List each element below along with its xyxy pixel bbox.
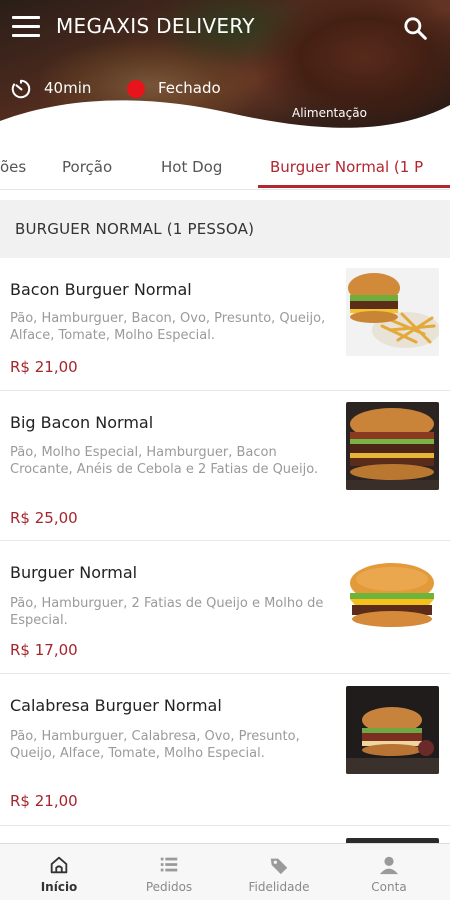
item-description: Pão, Hamburguer, Calabresa, Ovo, Presunt… — [10, 729, 300, 761]
tab-porcoes[interactable]: ões — [0, 158, 26, 176]
item-description: Pão, Hamburguer, 2 Fatias de Queijo e Mo… — [10, 596, 324, 628]
item-price: R$ 21,00 — [10, 358, 78, 376]
nav-fidelidade[interactable]: Fidelidade — [224, 844, 334, 900]
menu-item[interactable]: Calabresa Burguer Normal Pão, Hamburguer… — [0, 674, 450, 826]
tab-hot-dog[interactable]: Hot Dog — [161, 158, 222, 176]
section-header: BURGUER NORMAL (1 PESSOA) — [0, 200, 450, 258]
item-name: Calabresa Burguer Normal — [10, 696, 222, 715]
item-price: R$ 17,00 — [10, 641, 78, 659]
big-bacon-burger-photo — [346, 402, 439, 490]
cheeseburger-photo — [346, 553, 439, 641]
nav-pedidos[interactable]: Pedidos — [114, 844, 224, 900]
bottom-navigation: Início Pedidos Fidelidade Conta — [0, 843, 450, 900]
tag-icon — [270, 858, 288, 875]
item-description: Pão, Molho Especial, Hamburguer, Bacon C… — [10, 445, 319, 477]
search-icon[interactable] — [402, 15, 428, 41]
active-tab-indicator — [258, 185, 450, 188]
nav-label: Pedidos — [145, 880, 193, 894]
item-price: R$ 25,00 — [10, 509, 78, 527]
store-header-banner: MEGAXIS DELIVERY 40min Fechado Alimentaç… — [0, 0, 450, 150]
list-icon — [160, 857, 178, 872]
store-category: Alimentação — [292, 106, 367, 120]
menu-item[interactable]: Bacon Burguer Normal Pão, Hamburguer, Ba… — [0, 258, 450, 391]
item-price: R$ 21,00 — [10, 792, 78, 810]
item-name: Bacon Burguer Normal — [10, 280, 192, 299]
section-title: BURGUER NORMAL (1 PESSOA) — [15, 220, 255, 238]
app-title: MEGAXIS DELIVERY — [56, 14, 255, 38]
tab-porcao[interactable]: Porção — [62, 158, 112, 176]
header-wave-divider — [0, 100, 450, 150]
hamburger-menu-icon[interactable] — [12, 16, 40, 38]
nav-label: Conta — [371, 880, 407, 894]
nav-conta[interactable]: Conta — [334, 844, 444, 900]
burger-with-fries-photo — [346, 268, 439, 356]
home-icon — [50, 856, 68, 874]
item-name: Burguer Normal — [10, 563, 138, 582]
calabresa-burger-photo — [346, 686, 439, 774]
item-description: Pão, Hamburguer, Bacon, Ovo, Presunto, Q… — [10, 311, 326, 343]
menu-item[interactable]: Big Bacon Normal Pão, Molho Especial, Ha… — [0, 391, 450, 541]
nav-label: Início — [40, 880, 78, 894]
item-name: Big Bacon Normal — [10, 413, 154, 432]
user-icon — [379, 856, 399, 875]
menu-item[interactable]: Burguer Normal Pão, Hamburguer, 2 Fatias… — [0, 541, 450, 674]
nav-inicio[interactable]: Início — [4, 844, 114, 900]
category-tabs: ões Porção Hot Dog Burguer Normal (1 P — [0, 150, 450, 190]
nav-label: Fidelidade — [248, 880, 310, 894]
tab-burguer-normal[interactable]: Burguer Normal (1 P — [270, 158, 423, 176]
